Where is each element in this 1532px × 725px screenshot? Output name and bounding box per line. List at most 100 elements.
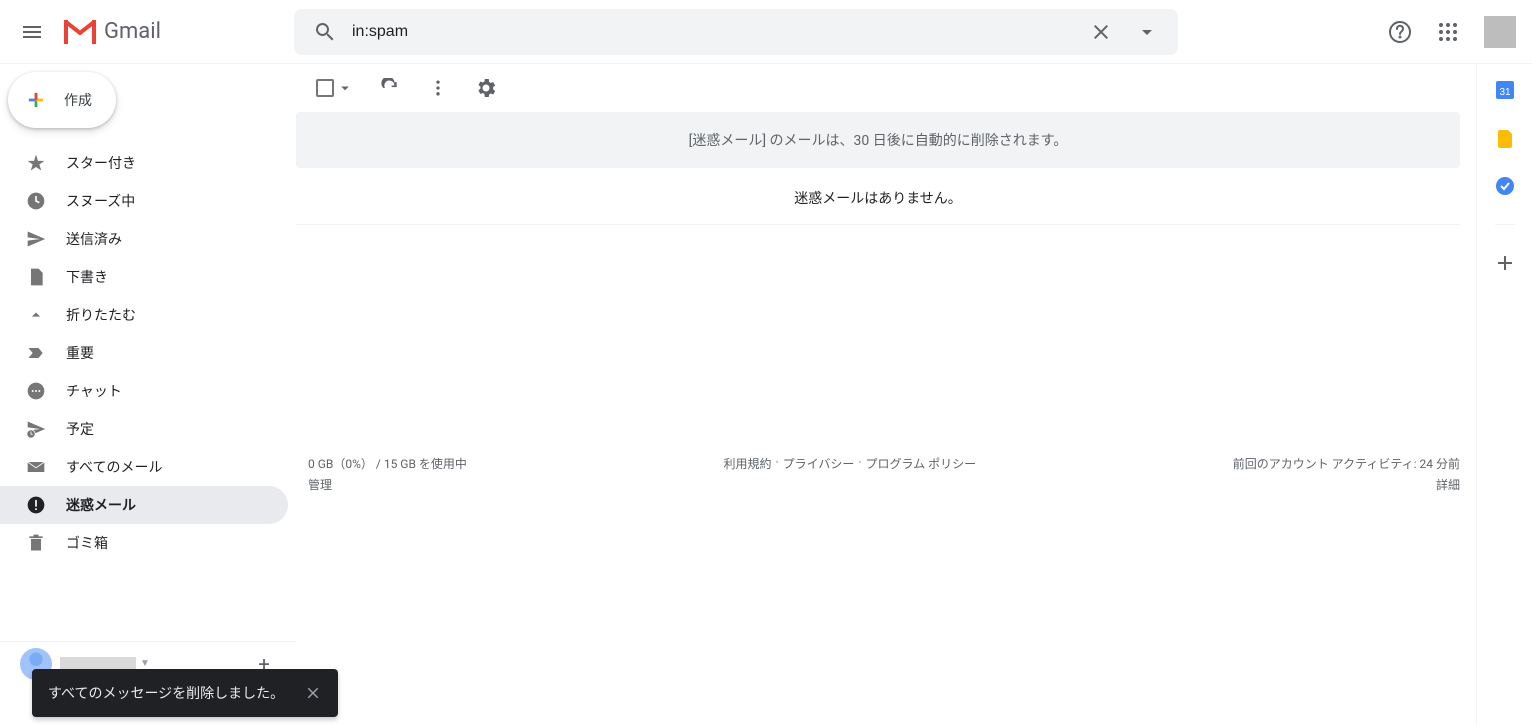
sidebar-item-spam[interactable]: 迷惑メール — [0, 486, 288, 524]
keep-addon[interactable] — [1495, 128, 1515, 148]
sidebar-item-star[interactable]: スター付き — [0, 144, 288, 182]
storage-info: 0 GB（0%） / 15 GB を使用中 管理 — [308, 455, 467, 493]
sidebar-item-label: 下書き — [66, 267, 108, 287]
program-link[interactable]: プログラム ポリシー — [866, 455, 977, 493]
sidebar-item-important[interactable]: 重要 — [0, 334, 288, 372]
hamburger-icon — [20, 20, 44, 44]
search-button[interactable] — [302, 9, 348, 55]
checkbox-icon — [316, 79, 334, 97]
sidebar-item-label: 予定 — [66, 419, 94, 439]
sidebar-item-label: スター付き — [66, 153, 136, 173]
refresh-button[interactable] — [370, 68, 410, 108]
dropdown-icon — [336, 79, 354, 97]
sidebar-item-label: 送信済み — [66, 229, 122, 249]
tasks-addon[interactable] — [1495, 176, 1515, 196]
storage-used: 0 GB（0%） — [308, 457, 373, 471]
important-icon — [26, 343, 46, 363]
storage-sep: / — [376, 457, 381, 471]
search-container — [294, 9, 1178, 55]
allmail-icon — [26, 457, 46, 477]
search-icon — [313, 20, 337, 44]
logo-area[interactable]: Gmail — [56, 12, 294, 52]
search-options-button[interactable] — [1124, 9, 1170, 55]
header-right — [1380, 12, 1524, 52]
plus-icon — [20, 84, 52, 116]
sidebar-item-trash[interactable]: ゴミ箱 — [0, 524, 288, 562]
toast-close-button[interactable] — [304, 684, 322, 702]
sidebar-item-label: すべてのメール — [66, 457, 162, 477]
user-menu-caret[interactable]: ▼ — [140, 658, 150, 669]
activity-details-link[interactable]: 詳細 — [1233, 476, 1460, 493]
help-icon — [1388, 20, 1412, 44]
close-icon — [304, 684, 322, 702]
select-all-checkbox[interactable] — [308, 71, 362, 105]
spam-icon — [26, 495, 46, 515]
sidebar-item-label: チャット — [66, 381, 122, 401]
sidebar-item-label: 折りたたむ — [66, 305, 136, 325]
get-addons-button[interactable] — [1495, 253, 1515, 273]
chat-icon — [26, 381, 46, 401]
gear-icon — [474, 76, 498, 100]
sidebar: 作成 スター付きスヌーズ中送信済み下書き折りたたむ重要チャット予定すべてのメール… — [0, 64, 296, 725]
scheduled-icon — [26, 419, 46, 439]
last-activity: 前回のアカウント アクティビティ: 24 分前 — [1233, 455, 1460, 472]
privacy-link[interactable]: プライバシー — [783, 455, 855, 493]
draft-icon — [26, 267, 46, 287]
toast-message: すべてのメッセージを削除しました。 — [48, 683, 284, 703]
sidebar-item-chat[interactable]: チャット — [0, 372, 288, 410]
calendar-icon: 31 — [1495, 80, 1515, 100]
spam-banner-text: [迷惑メール] のメールは、30 日後に自動的に削除されます。 — [689, 130, 1068, 150]
spam-banner: [迷惑メール] のメールは、30 日後に自動的に削除されます。 — [296, 112, 1460, 168]
calendar-addon[interactable]: 31 — [1495, 80, 1515, 100]
send-icon — [26, 229, 46, 249]
gmail-logo-icon — [60, 12, 100, 52]
content: [迷惑メール] のメールは、30 日後に自動的に削除されます。 迷惑メールはあり… — [296, 64, 1476, 725]
star-icon — [26, 153, 46, 173]
sidebar-item-label: 重要 — [66, 343, 94, 363]
empty-message: 迷惑メールはありません。 — [296, 172, 1460, 225]
side-panel: 31 — [1476, 64, 1532, 725]
tasks-icon — [1495, 176, 1515, 196]
main-area: [迷惑メール] のメールは、30 日後に自動的に削除されます。 迷惑メールはあり… — [296, 64, 1532, 725]
sidebar-item-scheduled[interactable]: 予定 — [0, 410, 288, 448]
terms-link[interactable]: 利用規約 — [723, 455, 771, 493]
more-button[interactable] — [418, 68, 458, 108]
close-icon — [1089, 20, 1113, 44]
header: Gmail — [0, 0, 1532, 64]
storage-total: 15 GB を使用中 — [384, 457, 467, 471]
sidebar-item-label: 迷惑メール — [66, 495, 136, 515]
search-input[interactable] — [348, 23, 1078, 41]
sidebar-item-clock[interactable]: スヌーズ中 — [0, 182, 288, 220]
footer-info: 0 GB（0%） / 15 GB を使用中 管理 利用規約 · プライバシー ·… — [296, 225, 1460, 493]
sidebar-item-allmail[interactable]: すべてのメール — [0, 448, 288, 486]
clear-search-button[interactable] — [1078, 9, 1124, 55]
body-area: 作成 スター付きスヌーズ中送信済み下書き折りたたむ重要チャット予定すべてのメール… — [0, 64, 1532, 725]
empty-message-text: 迷惑メールはありません。 — [794, 191, 962, 207]
support-button[interactable] — [1380, 12, 1420, 52]
sidebar-item-label: ゴミ箱 — [66, 533, 108, 553]
gmail-logo-text: Gmail — [104, 19, 161, 44]
compose-label: 作成 — [64, 90, 92, 110]
sidebar-item-label: スヌーズ中 — [66, 191, 135, 211]
apps-button[interactable] — [1428, 12, 1468, 52]
toast: すべてのメッセージを削除しました。 — [32, 669, 338, 717]
manage-storage-link[interactable]: 管理 — [308, 476, 467, 493]
activity-info: 前回のアカウント アクティビティ: 24 分前 詳細 — [1233, 455, 1460, 493]
sidebar-item-collapse[interactable]: 折りたたむ — [0, 296, 288, 334]
refresh-icon — [380, 78, 400, 98]
collapse-icon — [26, 305, 46, 325]
clock-icon — [26, 191, 46, 211]
sidebar-item-draft[interactable]: 下書き — [0, 258, 288, 296]
main-menu-button[interactable] — [8, 8, 56, 56]
settings-button[interactable] — [466, 68, 506, 108]
apps-icon — [1436, 20, 1460, 44]
dropdown-icon — [1135, 20, 1159, 44]
svg-text:31: 31 — [1499, 87, 1511, 98]
sidebar-item-send[interactable]: 送信済み — [0, 220, 288, 258]
plus-icon — [1495, 253, 1515, 273]
compose-button[interactable]: 作成 — [8, 72, 116, 128]
trash-icon — [26, 533, 46, 553]
account-button[interactable] — [1484, 16, 1516, 48]
footer-links: 利用規約 · プライバシー · プログラム ポリシー — [723, 455, 976, 493]
keep-icon — [1495, 128, 1515, 148]
